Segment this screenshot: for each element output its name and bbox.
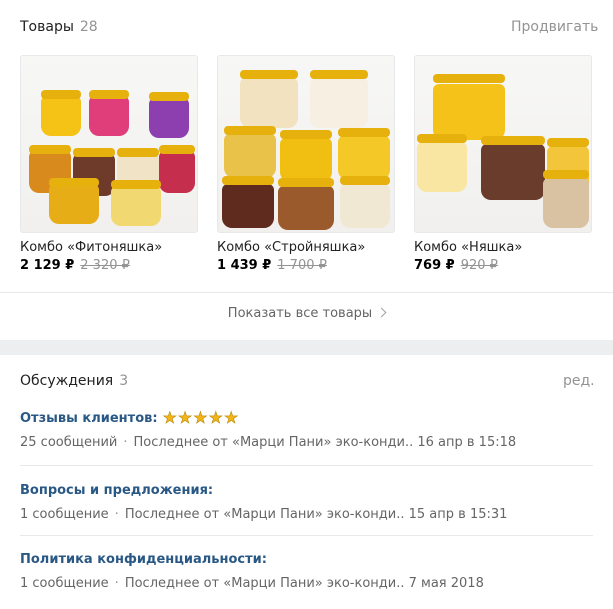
- topic-messages: 1 сообщение: [20, 507, 109, 522]
- goods-header[interactable]: Товары 28: [20, 19, 98, 35]
- edit-link[interactable]: ред.: [563, 373, 595, 389]
- topic-item[interactable]: Политика конфиденциальности: 1 сообщение…: [20, 552, 595, 591]
- divider: [0, 292, 613, 293]
- star-icon: ★: [162, 408, 177, 427]
- star-icon: ★: [193, 408, 208, 427]
- product-price: 1 439 ₽ 1 700 ₽: [217, 258, 395, 273]
- divider: [20, 535, 593, 536]
- product-price: 769 ₽ 920 ₽: [414, 258, 592, 273]
- topic-title[interactable]: Вопросы и предложения:: [20, 483, 213, 498]
- topic-last[interactable]: Последнее от «Марци Пани» эко-конди.. 15…: [125, 507, 508, 522]
- topic-title-row[interactable]: Политика конфиденциальности:: [20, 552, 595, 567]
- discussions-title: Обсуждения: [20, 373, 114, 389]
- product-image[interactable]: [20, 55, 198, 233]
- topic-title-row[interactable]: Отзывы клиентов: ★★★★★: [20, 408, 595, 427]
- current-price: 1 439 ₽: [217, 258, 272, 273]
- topic-item[interactable]: Вопросы и предложения: 1 сообщение · После…: [20, 483, 595, 522]
- rating-stars: ★★★★★: [162, 408, 239, 427]
- topic-item[interactable]: Отзывы клиентов: ★★★★★ 25 сообщений · Посл…: [20, 408, 595, 450]
- topic-messages: 25 сообщений: [20, 435, 118, 450]
- product-price: 2 129 ₽ 2 320 ₽: [20, 258, 198, 273]
- topic-title-row[interactable]: Вопросы и предложения:: [20, 483, 595, 498]
- goods-block: Товары 28 Продвигать Комбо «Фитоняшка» 2 …: [0, 0, 613, 340]
- topic-meta: 25 сообщений · Последнее от «Марци Пани» э…: [20, 435, 595, 450]
- star-icon: ★: [223, 408, 239, 427]
- topic-last[interactable]: Последнее от «Марци Пани» эко-конди.. 7 …: [125, 576, 484, 591]
- topic-meta: 1 сообщение · Последнее от «Марци Пани» эк…: [20, 576, 595, 591]
- old-price: 1 700 ₽: [277, 258, 327, 273]
- show-all-label: Показать все товары: [227, 306, 373, 321]
- product-name[interactable]: Комбо «Няшка»: [414, 240, 592, 255]
- topic-title[interactable]: Отзывы клиентов:: [20, 411, 158, 426]
- product-image[interactable]: [217, 55, 395, 233]
- product-card[interactable]: Комбо «Няшка» 769 ₽ 920 ₽: [414, 55, 592, 273]
- star-icon: ★: [208, 408, 223, 427]
- topic-title[interactable]: Политика конфиденциальности:: [20, 552, 267, 567]
- topic-last[interactable]: Последнее от «Марци Пани» эко-конди.. 16…: [134, 435, 517, 450]
- topic-meta: 1 сообщение · Последнее от «Марци Пани» эк…: [20, 507, 595, 522]
- product-card[interactable]: Комбо «Фитоняшка» 2 129 ₽ 2 320 ₽: [20, 55, 198, 273]
- product-card[interactable]: Комбо «Стройняшка» 1 439 ₽ 1 700 ₽: [217, 55, 395, 273]
- old-price: 920 ₽: [460, 258, 498, 273]
- discussions-header[interactable]: Обсуждения 3: [20, 373, 128, 389]
- promote-link[interactable]: Продвигать: [511, 19, 598, 35]
- separator-dot: ·: [114, 507, 119, 522]
- product-name[interactable]: Комбо «Стройняшка»: [217, 240, 395, 255]
- topic-messages: 1 сообщение: [20, 576, 109, 591]
- show-all-goods-link[interactable]: Показать все товары: [0, 306, 613, 321]
- current-price: 769 ₽: [414, 258, 455, 273]
- chevron-right-icon: [376, 307, 387, 318]
- star-icon: ★: [177, 408, 193, 427]
- divider: [20, 465, 593, 466]
- current-price: 2 129 ₽: [20, 258, 75, 273]
- product-name[interactable]: Комбо «Фитоняшка»: [20, 240, 198, 255]
- goods-count: 28: [79, 19, 98, 35]
- discussions-block: Обсуждения 3 ред. Отзывы клиентов: ★★★★★ …: [0, 355, 613, 609]
- separator-dot: ·: [123, 435, 128, 450]
- separator-dot: ·: [114, 576, 119, 591]
- product-image[interactable]: [414, 55, 592, 233]
- goods-title: Товары: [20, 19, 74, 35]
- old-price: 2 320 ₽: [80, 258, 130, 273]
- discussions-count: 3: [119, 373, 129, 389]
